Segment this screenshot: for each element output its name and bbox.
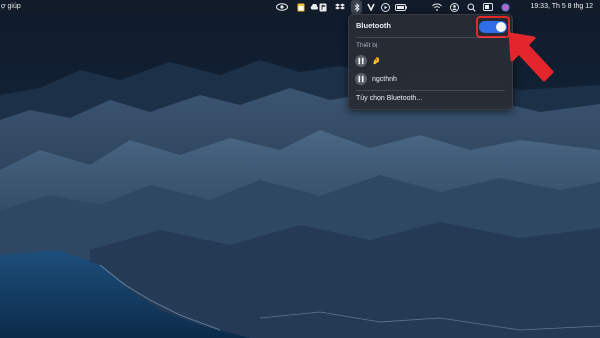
control-center-icon[interactable] [275,2,289,12]
battery-icon[interactable] [394,2,407,12]
devices-label: Thiết bị [356,42,378,49]
device-name: 🤌 [372,58,381,65]
divider [356,90,505,91]
airpods-icon [355,73,367,85]
search-icon[interactable] [466,2,476,12]
airpods-icon [355,55,367,67]
bluetooth-options-link[interactable]: Tùy chọn Bluetooth... [356,95,422,102]
dropbox-icon[interactable] [334,2,345,12]
menu-bar: ợ giúp 19:33, Th 5 8 thg 12 [0,0,600,14]
flag-icon[interactable] [318,2,327,12]
menu-help[interactable]: ợ giúp [0,0,21,14]
play-icon[interactable] [380,2,390,12]
notes-app-icon[interactable] [296,2,306,12]
wifi-icon[interactable] [431,2,442,12]
device-item[interactable]: 🤌 [355,54,505,68]
v-app-icon[interactable] [366,2,375,12]
menu-clock[interactable]: 19:33, Th 5 8 thg 12 [530,0,593,14]
device-name: ngcthnh [372,75,397,83]
user-icon[interactable] [449,2,459,12]
siri-icon[interactable] [500,2,510,12]
divider [356,37,505,38]
device-item[interactable]: ngcthnh [355,72,505,86]
screen-icon[interactable] [482,2,493,12]
red-arrow-annotation [508,32,554,82]
bluetooth-icon[interactable] [351,0,362,14]
bluetooth-panel: Bluetooth Thiết bị 🤌 ngcthnh Tùy chọn Bl… [348,14,513,110]
bluetooth-title: Bluetooth [356,21,391,30]
